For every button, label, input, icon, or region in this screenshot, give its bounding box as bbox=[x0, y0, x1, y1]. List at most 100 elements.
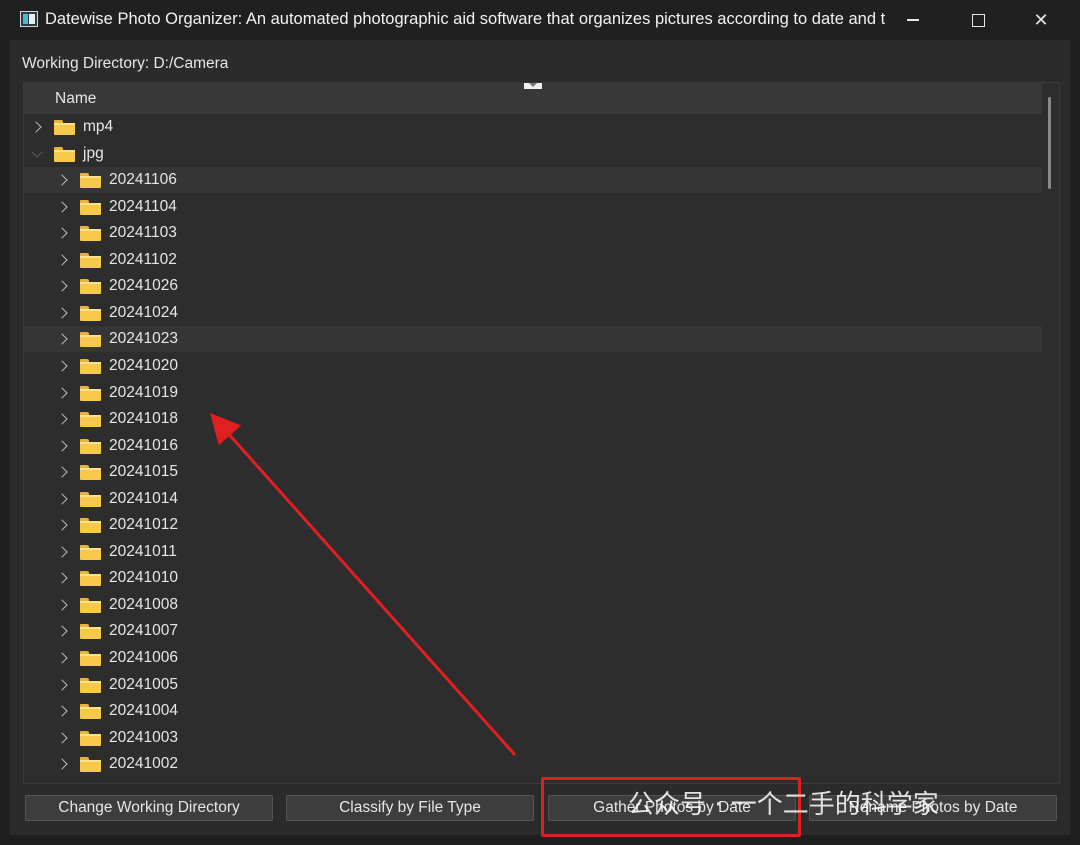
chevron-right-icon[interactable] bbox=[55, 226, 70, 240]
chevron-right-icon[interactable] bbox=[55, 173, 70, 187]
tree-item-20241024[interactable]: 20241024 bbox=[24, 300, 1042, 326]
chevron-right-icon[interactable] bbox=[55, 518, 70, 532]
folder-label: 20241007 bbox=[109, 622, 178, 640]
folder-icon bbox=[80, 412, 101, 428]
folder-label: 20241005 bbox=[109, 675, 178, 693]
tree-item-20241020[interactable]: 20241020 bbox=[24, 353, 1042, 379]
window-title: Datewise Photo Organizer: An automated p… bbox=[45, 10, 885, 28]
maximize-button[interactable] bbox=[955, 0, 1001, 40]
chevron-right-icon[interactable] bbox=[55, 412, 70, 426]
chevron-right-icon[interactable] bbox=[55, 731, 70, 745]
folder-icon bbox=[80, 226, 101, 242]
folder-icon bbox=[80, 571, 101, 587]
chevron-right-icon[interactable] bbox=[55, 332, 70, 346]
folder-icon bbox=[80, 518, 101, 534]
chevron-right-icon[interactable] bbox=[55, 571, 70, 585]
tree-item-20241106[interactable]: 20241106 bbox=[24, 167, 1042, 194]
tree-item-jpg[interactable]: jpg bbox=[24, 141, 1042, 167]
vertical-scrollbar[interactable] bbox=[1048, 97, 1051, 189]
classify-by-file-type-button[interactable]: Classify by File Type bbox=[286, 795, 534, 821]
tree-header[interactable]: Name bbox=[24, 83, 1042, 114]
tree-item-20241015[interactable]: 20241015 bbox=[24, 459, 1042, 485]
tree-item-20241103[interactable]: 20241103 bbox=[24, 220, 1042, 246]
chevron-right-icon[interactable] bbox=[55, 492, 70, 506]
chevron-right-icon[interactable] bbox=[55, 545, 70, 559]
chevron-right-icon[interactable] bbox=[55, 651, 70, 665]
folder-icon bbox=[80, 730, 101, 746]
folder-label: mp4 bbox=[83, 118, 114, 135]
tree-item-20241016[interactable]: 20241016 bbox=[24, 433, 1042, 459]
folder-icon bbox=[80, 332, 101, 348]
chevron-down-icon[interactable] bbox=[30, 145, 44, 161]
title-bar[interactable]: Datewise Photo Organizer: An automated p… bbox=[0, 0, 1080, 40]
folder-label: 20241006 bbox=[109, 649, 178, 666]
folder-icon bbox=[80, 597, 101, 613]
folder-label: 20241103 bbox=[109, 224, 177, 242]
chevron-right-icon[interactable] bbox=[55, 439, 70, 453]
tree-item-mp4[interactable]: mp4 bbox=[24, 114, 1042, 140]
folder-label: 20241002 bbox=[109, 755, 178, 773]
chevron-right-icon[interactable] bbox=[55, 598, 70, 612]
chevron-right-icon[interactable] bbox=[55, 678, 70, 692]
folder-icon bbox=[80, 358, 101, 374]
chevron-right-icon[interactable] bbox=[55, 624, 70, 638]
chevron-right-icon[interactable] bbox=[55, 359, 70, 373]
tree-item-20241011[interactable]: 20241011 bbox=[24, 539, 1042, 565]
folder-label: 20241019 bbox=[109, 383, 178, 401]
chevron-right-icon[interactable] bbox=[55, 704, 70, 718]
folder-label: jpg bbox=[83, 144, 104, 162]
minimize-icon bbox=[907, 19, 919, 21]
name-column-header[interactable]: Name bbox=[55, 90, 96, 108]
chevron-right-icon[interactable] bbox=[55, 465, 70, 479]
folder-icon bbox=[80, 173, 101, 189]
tree-item-20241014[interactable]: 20241014 bbox=[24, 486, 1042, 512]
tree-item-20241102[interactable]: 20241102 bbox=[24, 247, 1042, 273]
tree-item-20241006[interactable]: 20241006 bbox=[24, 645, 1042, 671]
folder-label: 20241026 bbox=[109, 277, 178, 295]
folder-label: 20241102 bbox=[109, 250, 177, 268]
folder-icon bbox=[80, 624, 101, 640]
minimize-button[interactable] bbox=[890, 0, 936, 40]
app-icon bbox=[20, 11, 38, 27]
folder-icon bbox=[80, 757, 101, 773]
folder-label: 20241024 bbox=[109, 303, 178, 321]
tree-item-20241012[interactable]: 20241012 bbox=[24, 512, 1042, 538]
folder-icon bbox=[80, 677, 101, 693]
folder-label: 20241023 bbox=[109, 330, 178, 348]
folder-label: 20241106 bbox=[109, 171, 177, 189]
change-working-directory-button[interactable]: Change Working Directory bbox=[25, 795, 273, 821]
tree-item-20241018[interactable]: 20241018 bbox=[24, 406, 1042, 432]
file-tree[interactable]: Name mp4 jpg 20241106 20241104 20241103 20241… bbox=[23, 82, 1060, 784]
tree-item-20241002[interactable]: 20241002 bbox=[24, 751, 1042, 777]
tree-item-20241104[interactable]: 20241104 bbox=[24, 194, 1042, 220]
tree-item-20241026[interactable]: 20241026 bbox=[24, 273, 1042, 299]
tree-item-20241010[interactable]: 20241010 bbox=[24, 565, 1042, 591]
app-window: Datewise Photo Organizer: An automated p… bbox=[0, 0, 1080, 845]
chevron-right-icon[interactable] bbox=[55, 386, 70, 400]
tree-item-20241007[interactable]: 20241007 bbox=[24, 618, 1042, 644]
close-button[interactable]: ✕ bbox=[1018, 0, 1064, 40]
chevron-right-icon[interactable] bbox=[55, 253, 70, 267]
working-directory-label: Working Directory: D:/Camera bbox=[22, 55, 229, 72]
folder-label: 20241008 bbox=[109, 595, 178, 613]
folder-icon bbox=[80, 199, 101, 215]
tree-item-20241004[interactable]: 20241004 bbox=[24, 698, 1042, 724]
folder-icon bbox=[80, 544, 101, 560]
tree-item-20241019[interactable]: 20241019 bbox=[24, 380, 1042, 406]
folder-icon bbox=[80, 491, 101, 507]
tree-item-20241003[interactable]: 20241003 bbox=[24, 725, 1042, 751]
tree-item-20241008[interactable]: 20241008 bbox=[24, 592, 1042, 618]
folder-label: 20241004 bbox=[109, 702, 178, 720]
tree-item-20241023[interactable]: 20241023 bbox=[24, 326, 1042, 353]
chevron-right-icon[interactable] bbox=[29, 120, 44, 134]
folder-icon bbox=[54, 120, 75, 135]
chevron-right-icon[interactable] bbox=[55, 200, 70, 214]
main-panel: Working Directory: D:/Camera Name mp4 jpg… bbox=[10, 40, 1070, 835]
chevron-right-icon[interactable] bbox=[55, 757, 70, 771]
chevron-right-icon[interactable] bbox=[55, 306, 70, 320]
folder-label: 20241020 bbox=[109, 356, 178, 374]
folder-label: 20241014 bbox=[109, 489, 178, 507]
tree-item-20241005[interactable]: 20241005 bbox=[24, 672, 1042, 698]
chevron-right-icon[interactable] bbox=[55, 279, 70, 293]
maximize-icon bbox=[971, 13, 985, 27]
